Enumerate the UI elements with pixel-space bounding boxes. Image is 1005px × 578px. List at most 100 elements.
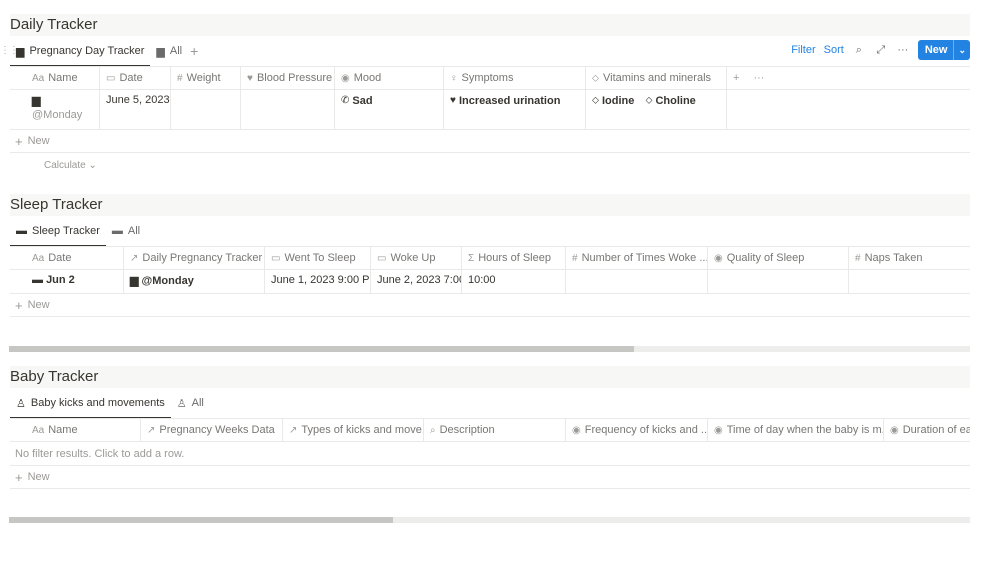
cell-woke-up[interactable]: June 2, 2023 7:00 AM [371, 270, 462, 293]
column-header-daily-tracker[interactable]: ↗ Daily Pregnancy Tracker ... [124, 247, 265, 269]
column-header-woke-up[interactable]: ▭ Woke Up [371, 247, 462, 269]
cell-daily-tracker[interactable]: ▆ @Monday [124, 270, 265, 293]
tab-sleep-tracker[interactable]: ▬ Sleep Tracker [10, 216, 106, 247]
baby-tracker-title[interactable]: Baby Tracker [10, 366, 970, 388]
daily-tracker-section: Daily Tracker ⋮⋮ ▆ Pregnancy Day Tracker… [0, 14, 970, 177]
tab-label: All [127, 225, 141, 237]
column-header-weight[interactable]: # Weight [171, 67, 241, 89]
more-icon[interactable]: ··· [753, 72, 764, 84]
symptom-value: Increased urination [458, 94, 561, 107]
cell-vitamins[interactable]: ⬦ Iodine ⬦ Choline [586, 90, 727, 129]
column-header-quality[interactable]: ◉ Quality of Sleep [708, 247, 849, 269]
add-row-button[interactable]: + New [10, 294, 970, 317]
calculate-button[interactable]: Calculate ⌄ [10, 153, 970, 177]
baby-tracker-table: Aa Name ↗ Pregnancy Weeks Data ↗ Types of k… [10, 418, 970, 489]
bed-icon: ▬ [32, 274, 43, 286]
person-icon: ♀ [450, 72, 458, 84]
cell-times-woke[interactable] [566, 270, 708, 293]
select-icon: ◉ [572, 424, 581, 436]
scrollbar-thumb[interactable] [9, 517, 394, 523]
column-header-times-woke[interactable]: # Number of Times Woke ... [566, 247, 708, 269]
column-header-duration[interactable]: ◉ Duration of eac [884, 419, 970, 441]
calendar-icon: ▭ [106, 72, 116, 84]
cell-date[interactable]: ▬ Jun 2 [10, 270, 124, 293]
baby-horizontal-scrollbar[interactable] [9, 517, 970, 523]
mood-icon: ✆ [341, 95, 350, 106]
column-label: Hours of Sleep [478, 252, 551, 264]
chevron-down-icon[interactable]: ⌄ [953, 40, 970, 60]
add-view-icon[interactable]: + [190, 43, 198, 59]
add-row-button[interactable]: + New [10, 130, 970, 153]
column-header-vitamins[interactable]: ⬦ Vitamins and minerals [586, 67, 727, 89]
select-icon: ◉ [341, 72, 350, 84]
tab-all[interactable]: ▬ All [106, 216, 146, 246]
cell-symptoms[interactable]: ♥ Increased urination [444, 90, 586, 129]
sleep-tracker-title[interactable]: Sleep Tracker [10, 194, 970, 216]
baby-icon: ♙ [176, 397, 187, 410]
column-header-frequency[interactable]: ◉ Frequency of kicks and ... [566, 419, 708, 441]
tab-all[interactable]: ▆ All [150, 36, 188, 66]
plus-icon: + [15, 469, 23, 485]
heart-icon: ♥ [247, 72, 253, 84]
relation-icon: ↗ [130, 252, 139, 264]
column-header-pregnancy-weeks[interactable]: ↗ Pregnancy Weeks Data [141, 419, 283, 441]
column-label: Woke Up [390, 252, 436, 264]
sleep-horizontal-scrollbar[interactable] [9, 346, 970, 352]
mood-value: Sad [352, 94, 373, 107]
tab-label: All [169, 45, 183, 57]
cell-date[interactable]: June 5, 2023 [100, 90, 171, 129]
cell-quality[interactable] [708, 270, 849, 293]
column-header-date[interactable]: Aa Date [10, 247, 124, 269]
select-icon: ◉ [714, 252, 723, 264]
daily-tracker-title[interactable]: Daily Tracker [10, 14, 970, 36]
search-icon[interactable]: ⌕ [852, 44, 866, 57]
empty-results-row[interactable]: No filter results. Click to add a row. [10, 442, 970, 466]
column-header-name[interactable]: Aa Name [10, 67, 100, 89]
column-header-hours-of-sleep[interactable]: Σ Hours of Sleep [462, 247, 566, 269]
column-header-types-of-kicks[interactable]: ↗ Types of kicks and move... [283, 419, 424, 441]
tab-all[interactable]: ♙ All [171, 388, 210, 418]
date-mention: @Monday [32, 109, 83, 121]
column-label: Blood Pressure [256, 72, 333, 84]
column-header-name[interactable]: Aa Name [10, 419, 141, 441]
cell-name[interactable]: ▆ @Monday [10, 90, 100, 129]
cell-blood-pressure[interactable] [241, 90, 335, 129]
cell-naps[interactable] [849, 270, 970, 293]
bed-icon: ▬ [16, 225, 27, 237]
cell-mood[interactable]: ✆ Sad [335, 90, 444, 129]
scrollbar-thumb[interactable] [9, 346, 634, 352]
column-header-blood-pressure[interactable]: ♥ Blood Pressure [241, 67, 335, 89]
vitamin-tag: ⬦ Iodine [592, 95, 634, 107]
cell-went-to-sleep[interactable]: June 1, 2023 9:00 PM [265, 270, 371, 293]
new-button[interactable]: New ⌄ [917, 40, 970, 60]
add-row-button[interactable]: + New [10, 466, 970, 489]
new-row-label: New [27, 135, 50, 147]
tab-pregnancy-day-tracker[interactable]: ▆ Pregnancy Day Tracker [10, 36, 151, 67]
relation-value: @Monday [141, 275, 194, 287]
column-header-went-to-sleep[interactable]: ▭ Went To Sleep [265, 247, 371, 269]
tab-baby-kicks[interactable]: ♙ Baby kicks and movements [10, 388, 171, 419]
text-icon: Aa [32, 72, 45, 84]
baby-tracker-views: ♙ Baby kicks and movements ♙ All [10, 388, 970, 419]
column-header-symptoms[interactable]: ♀ Symptoms [444, 67, 586, 89]
select-icon: ◉ [714, 424, 723, 436]
more-icon[interactable]: ··· [896, 44, 910, 56]
column-header-time-of-day[interactable]: ◉ Time of day when the baby is m... [708, 419, 884, 441]
table-row[interactable]: ▆ @Monday June 5, 2023 ✆ Sad ♥ Increased u… [10, 90, 970, 130]
cell-hours-of-sleep[interactable]: 10:00 [462, 270, 566, 293]
column-header-date[interactable]: ▭ Date [100, 67, 171, 89]
column-header-naps[interactable]: # Naps Taken [849, 247, 970, 269]
filter-button[interactable]: Filter [791, 44, 815, 56]
relation-icon: ↗ [147, 424, 156, 436]
add-column-icon[interactable]: + [733, 72, 739, 84]
column-header-mood[interactable]: ◉ Mood [335, 67, 444, 89]
table-row[interactable]: ▬ Jun 2 ▆ @Monday June 1, 2023 9:00 PM J… [10, 270, 970, 294]
daily-tracker-views: ⋮⋮ ▆ Pregnancy Day Tracker ▆ All + Filte… [0, 36, 970, 67]
table-header: Aa Date ↗ Daily Pregnancy Tracker ... ▭ Wen… [10, 247, 970, 270]
cell-weight[interactable] [171, 90, 241, 129]
column-header-description[interactable]: ⌕ Description [424, 419, 566, 441]
sort-button[interactable]: Sort [824, 44, 844, 56]
expand-icon[interactable]: ⤢ [874, 44, 888, 57]
baby-icon: ♙ [16, 397, 26, 410]
date-value: Jun 2 [46, 274, 75, 286]
